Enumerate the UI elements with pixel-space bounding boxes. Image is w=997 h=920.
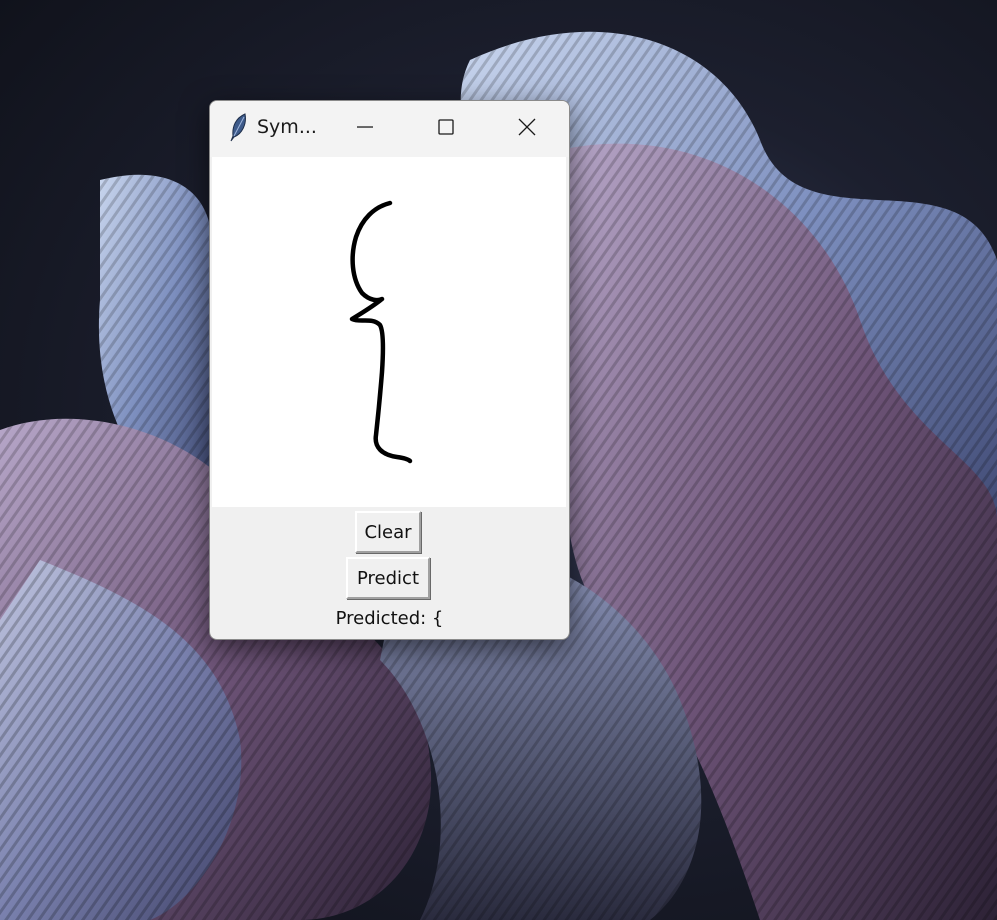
maximize-button[interactable] (423, 109, 469, 145)
predict-button[interactable]: Predict (346, 557, 430, 599)
app-window: Sym... Clear Predict Predicted: { (209, 100, 570, 640)
minimize-button[interactable] (342, 109, 388, 145)
close-icon (518, 118, 536, 136)
drawing-canvas[interactable] (212, 157, 566, 507)
drawn-stroke (349, 200, 413, 464)
close-button[interactable] (504, 109, 550, 145)
maximize-icon (438, 119, 454, 135)
clear-button[interactable]: Clear (355, 511, 421, 553)
window-title: Sym... (257, 116, 317, 138)
title-bar[interactable]: Sym... (210, 101, 569, 157)
minimize-icon (357, 126, 373, 128)
desktop: Sym... Clear Predict Predicted: { (0, 0, 997, 920)
feather-icon (230, 113, 246, 142)
prediction-label: Predicted: { (335, 608, 444, 629)
